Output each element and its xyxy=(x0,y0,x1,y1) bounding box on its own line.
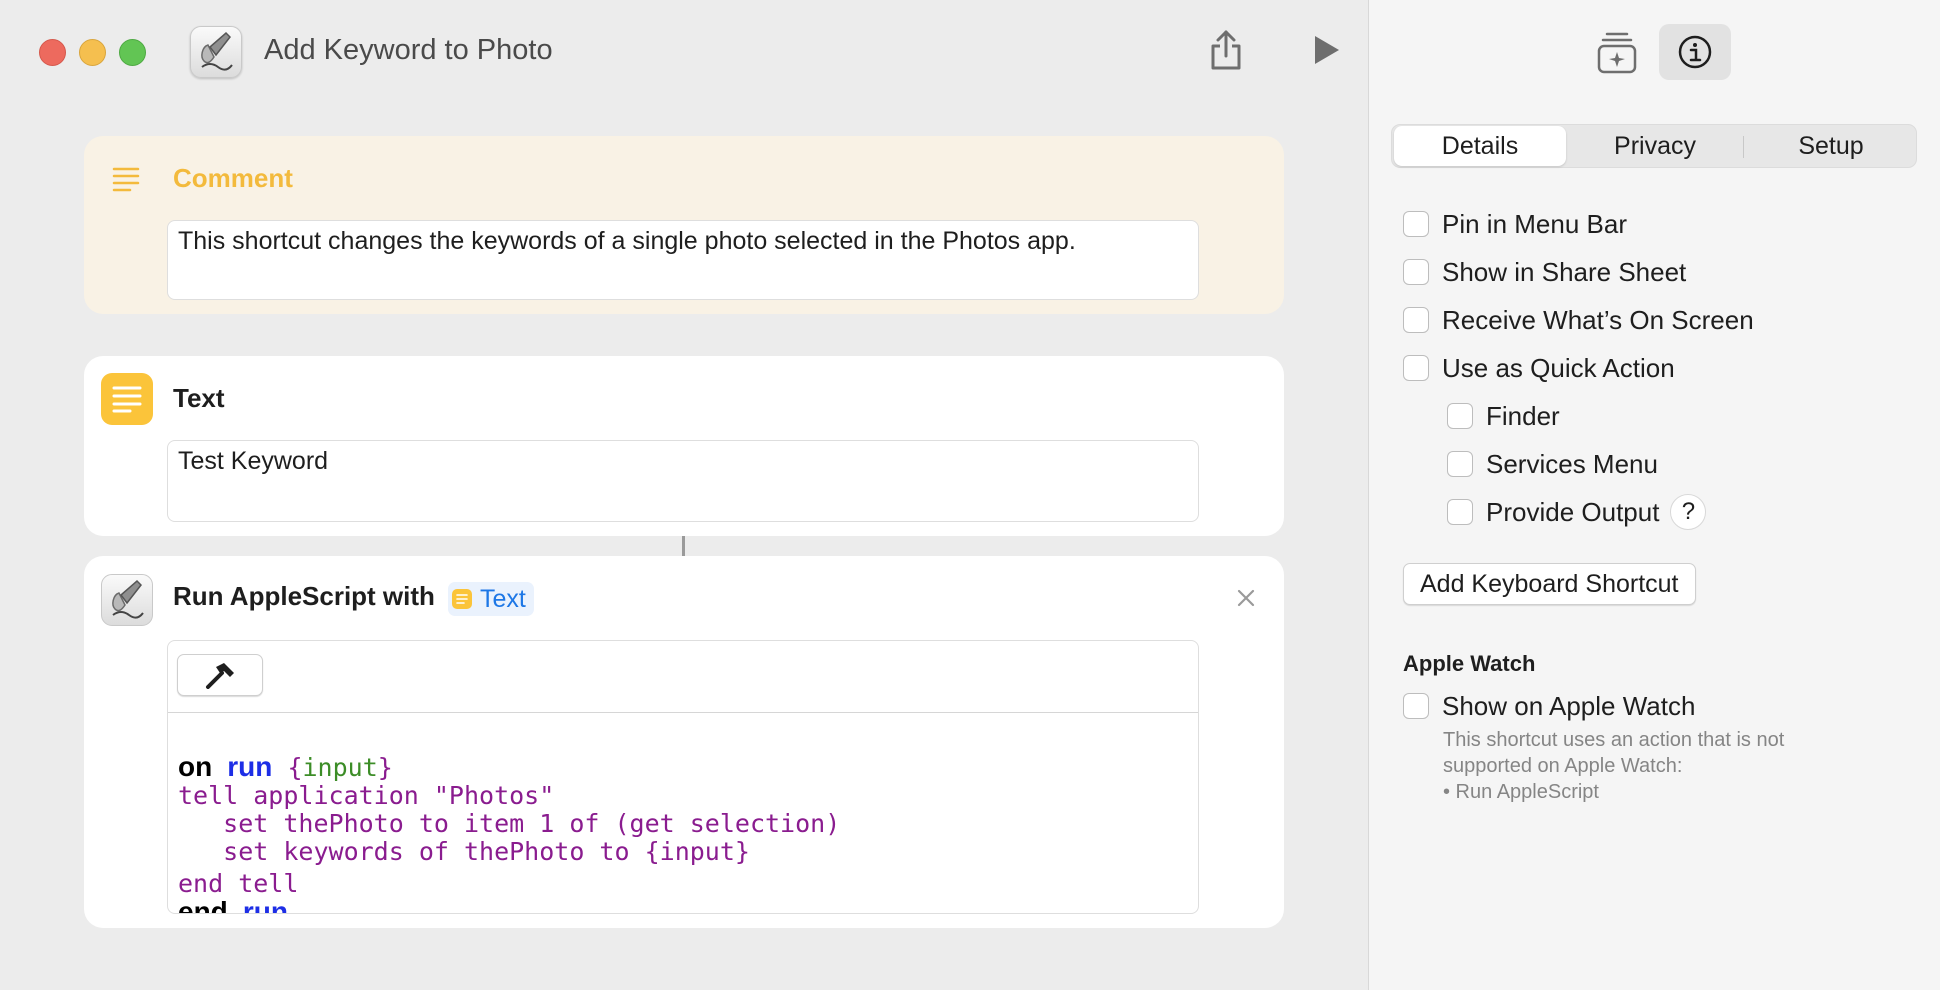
quick-action-checkbox[interactable] xyxy=(1403,355,1429,381)
option-label: Services Menu xyxy=(1486,448,1658,479)
info-button[interactable] xyxy=(1659,24,1731,80)
option-label: Receive What’s On Screen xyxy=(1442,304,1754,335)
help-button[interactable]: ? xyxy=(1670,494,1707,530)
tab-details[interactable]: Details xyxy=(1394,126,1566,166)
compile-button[interactable] xyxy=(177,654,263,696)
text-value-field[interactable]: Test Keyword xyxy=(167,440,1199,522)
editor-pane: Add Keyword to Photo Comment This shortc… xyxy=(0,0,1368,990)
run-button[interactable] xyxy=(1307,32,1343,68)
text-action[interactable]: Text Test Keyword xyxy=(84,356,1284,536)
services-menu-option[interactable]: Services Menu xyxy=(1447,448,1658,480)
show-on-apple-watch-option[interactable]: Show on Apple Watch xyxy=(1403,690,1695,722)
option-label: Show on Apple Watch xyxy=(1442,690,1696,721)
receive-on-screen-checkbox[interactable] xyxy=(1403,307,1429,333)
comment-text-field[interactable]: This shortcut changes the keywords of a … xyxy=(167,220,1199,300)
variable-label: Text xyxy=(480,584,526,613)
option-label: Finder xyxy=(1486,400,1560,431)
play-icon xyxy=(1315,36,1339,64)
inspector-tabs: Details Privacy Setup xyxy=(1391,124,1917,168)
text-action-title: Text xyxy=(173,383,225,413)
tab-privacy[interactable]: Privacy xyxy=(1570,125,1740,167)
script-editor-icon xyxy=(101,574,153,626)
quick-action-option[interactable]: Use as Quick Action xyxy=(1403,352,1675,384)
pin-in-menu-bar-checkbox[interactable] xyxy=(1403,211,1429,237)
provide-output-checkbox[interactable] xyxy=(1447,499,1473,525)
applescript-action-title: Run AppleScript with xyxy=(173,581,435,611)
text-value: Test Keyword xyxy=(178,447,329,475)
action-connector xyxy=(682,536,685,556)
share-button[interactable] xyxy=(1208,28,1244,72)
tab-divider xyxy=(1743,136,1744,158)
option-label: Show in Share Sheet xyxy=(1442,256,1687,287)
share-icon xyxy=(1211,30,1241,70)
provide-output-option[interactable]: Provide Output ? xyxy=(1447,494,1707,530)
apple-watch-note: This shortcut uses an action that is not… xyxy=(1443,729,1785,803)
finder-option[interactable]: Finder xyxy=(1447,400,1560,432)
option-label: Provide Output xyxy=(1486,496,1660,527)
tab-setup[interactable]: Setup xyxy=(1746,125,1916,167)
comment-action[interactable]: Comment This shortcut changes the keywor… xyxy=(84,136,1284,314)
close-icon[interactable] xyxy=(1234,586,1258,610)
finder-checkbox[interactable] xyxy=(1447,403,1473,429)
zoom-window-button[interactable] xyxy=(119,39,146,66)
comment-text: This shortcut changes the keywords of a … xyxy=(178,227,1076,255)
hammer-icon xyxy=(206,663,234,689)
show-in-share-sheet-checkbox[interactable] xyxy=(1403,259,1429,285)
add-to-library-button[interactable] xyxy=(1595,28,1639,76)
option-label: Pin in Menu Bar xyxy=(1442,208,1627,239)
run-applescript-action[interactable]: Run AppleScript with Text on run {input}… xyxy=(84,556,1284,928)
add-to-library-icon xyxy=(1597,32,1637,74)
applescript-code: on run {input} tell application "Photos" … xyxy=(178,751,841,914)
info-icon xyxy=(1678,35,1712,69)
script-toolbar xyxy=(168,641,1198,713)
text-lines-icon xyxy=(452,589,472,609)
close-window-button[interactable] xyxy=(39,39,66,66)
shortcuts-window: Add Keyword to Photo Comment This shortc… xyxy=(0,0,1940,990)
apple-watch-heading: Apple Watch xyxy=(1403,651,1536,676)
add-keyboard-shortcut-button[interactable]: Add Keyboard Shortcut xyxy=(1403,563,1696,605)
minimize-window-button[interactable] xyxy=(79,39,106,66)
option-label: Use as Quick Action xyxy=(1442,352,1675,383)
applescript-editor[interactable]: on run {input} tell application "Photos" … xyxy=(167,640,1199,914)
show-in-share-sheet-option[interactable]: Show in Share Sheet xyxy=(1403,256,1686,288)
services-menu-checkbox[interactable] xyxy=(1447,451,1473,477)
window-title: Add Keyword to Photo xyxy=(264,34,553,66)
comment-lines-icon xyxy=(112,166,140,197)
show-on-apple-watch-checkbox[interactable] xyxy=(1403,693,1429,719)
receive-on-screen-option[interactable]: Receive What’s On Screen xyxy=(1403,304,1754,336)
text-variable-token[interactable]: Text xyxy=(448,582,534,616)
script-editor-icon xyxy=(190,26,242,78)
text-lines-icon xyxy=(101,373,153,425)
inspector-sidebar: Details Privacy Setup Pin in Menu Bar Sh… xyxy=(1368,0,1940,990)
comment-label: Comment xyxy=(173,163,293,193)
pin-in-menu-bar-option[interactable]: Pin in Menu Bar xyxy=(1403,208,1627,240)
